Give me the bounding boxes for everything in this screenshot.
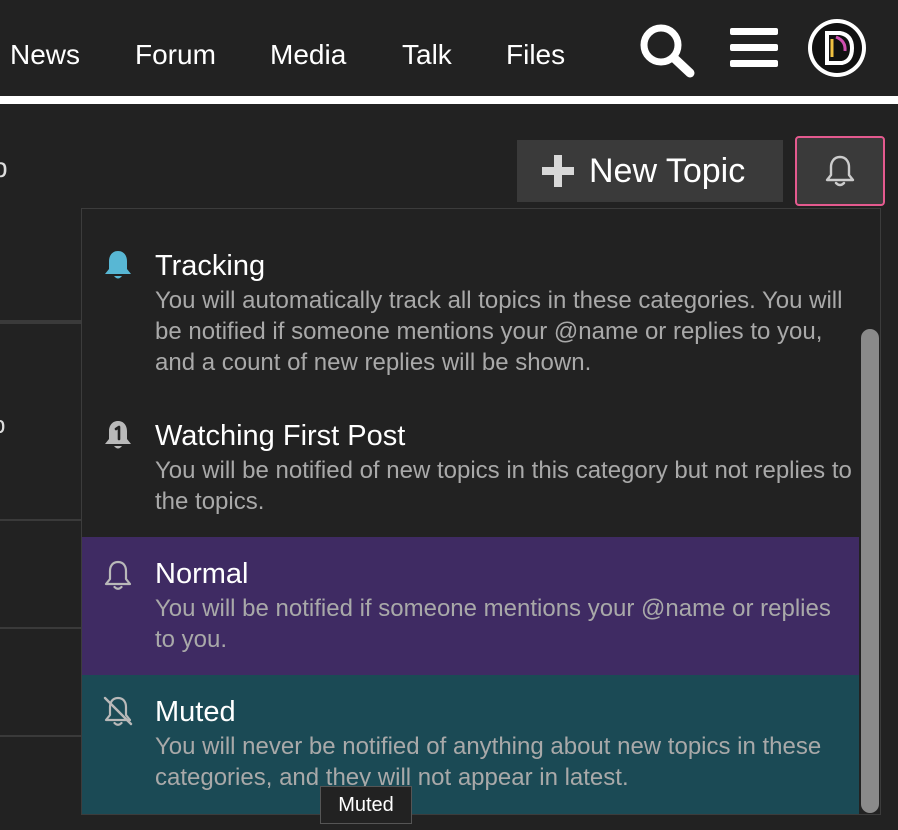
hamburger-menu-icon[interactable] [730,26,778,70]
avatar-logo-icon [825,31,855,65]
nav-link-forum[interactable]: Forum [135,38,216,72]
bell-slash-icon [103,696,133,726]
option-normal[interactable]: Normal You will be notified if someone m… [82,537,859,675]
new-topic-button[interactable]: New Topic [517,140,783,202]
list-divider [0,735,82,737]
top-navigation-bar: News Forum Media Talk Files [0,0,898,96]
page-heading-fragment: p [0,152,8,184]
option-title: Normal [155,558,249,590]
bell-filled-icon [105,251,131,279]
list-item-fragment: p [0,410,5,442]
option-description: You will automatically track all topics … [155,287,843,376]
list-divider [0,627,82,629]
option-title: Tracking [155,250,266,282]
bell-one-icon [105,421,131,449]
search-icon[interactable] [638,22,696,78]
option-description: You will be notified if someone mentions… [155,595,831,653]
plus-icon [542,155,574,187]
nav-link-talk[interactable]: Talk [402,38,452,72]
option-watching-first-post[interactable]: Watching First Post You will be notified… [82,395,859,537]
bell-outline-icon [104,560,132,590]
option-description: You will be notified of new topics in th… [155,457,852,515]
list-divider [0,519,82,521]
notification-level-button[interactable] [795,136,885,206]
option-muted[interactable]: Muted You will never be notified of anyt… [82,675,859,814]
option-title: Watching First Post [155,420,406,452]
new-topic-label: New Topic [589,152,746,190]
nav-link-media[interactable]: Media [270,38,346,72]
bell-outline-icon [825,155,855,187]
user-avatar[interactable] [808,19,866,77]
dropdown-scrollbar-thumb[interactable] [861,329,879,813]
list-divider [0,320,82,324]
nav-link-files[interactable]: Files [506,38,565,72]
header-divider [0,96,898,104]
option-title: Muted [155,696,236,728]
option-tracking[interactable]: Tracking You will automatically track al… [82,209,859,395]
notification-level-dropdown: Tracking You will automatically track al… [81,208,881,815]
option-description: You will never be notified of anything a… [155,733,822,791]
nav-link-news[interactable]: News [10,38,80,72]
tooltip: Muted [320,786,412,824]
